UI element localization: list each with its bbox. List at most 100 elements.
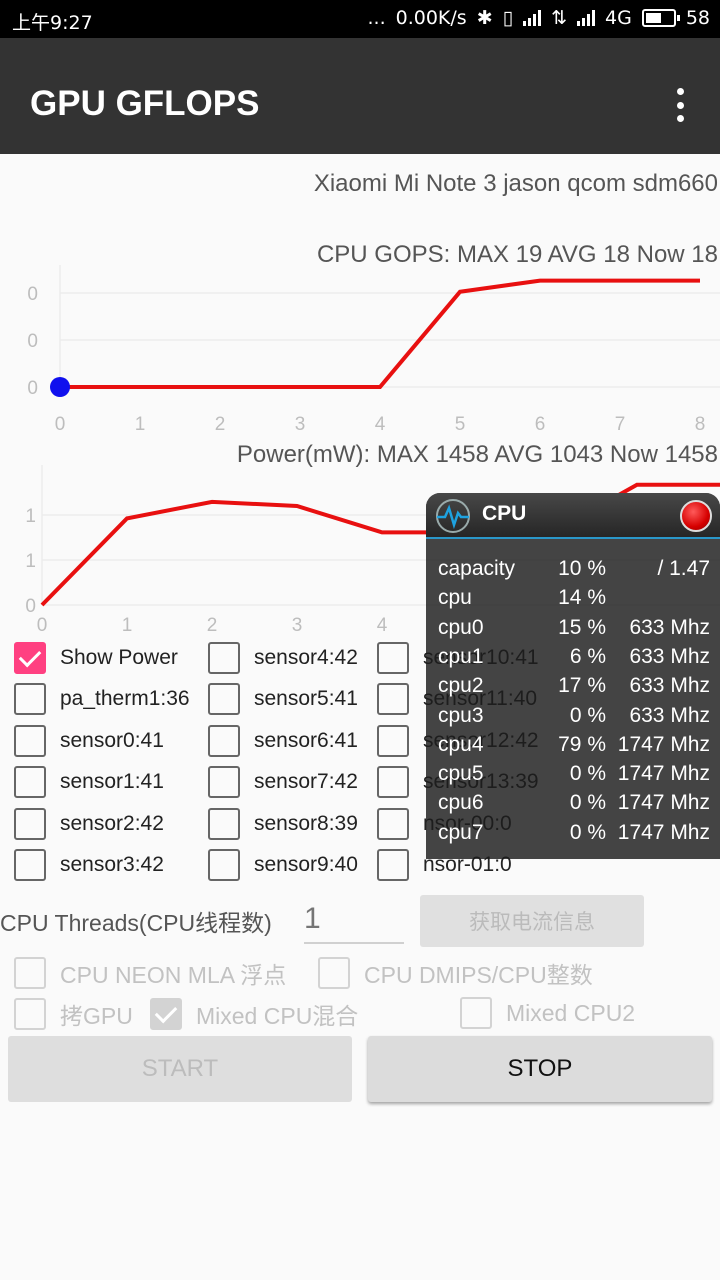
sensor-label: sensor1:41 [60,770,164,794]
checkbox-icon[interactable] [377,849,409,881]
x-tick-label: 0 [55,414,66,435]
cpu-percent: 15 % [558,615,606,639]
checkbox-icon[interactable] [208,642,240,674]
sensor-checkbox[interactable]: sensor0:41 [14,724,164,757]
cpu-threads-label: CPU Threads(CPU线程数) [0,910,272,936]
y-tick-label: 1 [25,551,36,572]
option-checkbox[interactable]: 拷GPU [14,997,133,1031]
cpu-stat-row: cpu7 0 % 1747 Mhz [438,821,710,850]
status-bar: 上午9:27 ... 0.00K/s ✱ ▯ ⇅ 4G 58 [0,0,720,38]
checkbox-icon[interactable] [14,766,46,799]
checkbox-icon[interactable] [14,642,46,674]
record-icon[interactable] [680,500,712,532]
x-tick-label: 3 [292,615,303,636]
cpu-name: cpu2 [438,674,484,698]
sensor-label: Show Power [60,646,178,669]
sensor-checkbox[interactable]: sensor9:40 [208,849,358,881]
sensor-checkbox[interactable]: sensor8:39 [208,807,358,840]
y-tick-label: 0 [25,596,36,617]
option-checkbox[interactable]: CPU NEON MLA 浮点 [14,956,286,990]
device-name: Xiaomi Mi Note 3 jason qcom sdm660 [313,170,718,197]
checkbox-icon[interactable] [14,957,46,989]
option-label: CPU DMIPS/CPU整数 [364,962,593,988]
sensor-checkbox[interactable]: sensor2:42 [14,807,164,840]
sensor-checkbox[interactable]: sensor6:41 [208,724,358,757]
sensor-checkbox[interactable]: sensor3:42 [14,849,164,881]
cpu-percent: 0 % [569,791,606,815]
sensor-label: sensor2:42 [60,811,164,835]
sensor-label: sensor8:39 [254,811,358,835]
checkbox-icon[interactable] [150,998,182,1030]
data-transfer-icon: ⇅ [551,7,567,29]
checkbox-icon[interactable] [377,683,409,716]
overflow-menu-icon[interactable] [670,88,690,122]
checkbox-icon[interactable] [14,683,46,716]
sensor-label: sensor6:41 [254,728,358,752]
checkbox-icon[interactable] [377,807,409,840]
vibrate-icon: ▯ [502,7,514,29]
pulse-icon [436,499,470,533]
get-power-info-button[interactable]: 获取电流信息 [420,895,644,947]
option-checkbox[interactable]: CPU DMIPS/CPU整数 [318,956,593,990]
checkbox-icon[interactable] [208,807,240,840]
cpu-percent: 6 % [569,644,606,668]
checkbox-icon[interactable] [14,807,46,840]
sensor-checkbox[interactable]: sensor7:42 [208,766,358,799]
y-tick-label: 0 [27,378,38,399]
x-tick-label: 6 [535,414,546,435]
cpu-freq: 633 Mhz [629,674,710,698]
cpu-percent: 0 % [569,820,606,844]
cpu-freq: 633 Mhz [629,615,710,639]
cpu-threads-input[interactable] [304,896,404,944]
checkbox-icon[interactable] [377,642,409,674]
checkbox-icon[interactable] [14,849,46,881]
checkbox-icon[interactable] [14,998,46,1030]
x-tick-label: 2 [207,615,218,636]
checkbox-icon[interactable] [208,683,240,716]
cpu-stat-row: capacity 10 % / 1.47 [438,557,710,586]
option-checkbox[interactable]: Mixed CPU2 [460,997,635,1029]
sensor-checkbox[interactable]: Show Power [14,642,178,674]
cpu-stat-row: cpu3 0 % 633 Mhz [438,704,710,733]
checkbox-icon[interactable] [318,957,350,989]
cpu-percent: 10 % [558,557,606,580]
cpu-name: cpu3 [438,703,484,727]
option-label: Mixed CPU混合 [196,1003,359,1029]
cpu-name: cpu5 [438,762,484,786]
sensor-checkbox[interactable]: pa_therm1:36 [14,683,190,716]
checkbox-icon[interactable] [460,997,492,1029]
cpu-stat-row: cpu1 6 % 633 Mhz [438,645,710,674]
cpu-name: cpu [438,586,472,610]
cpu-percent: 14 % [558,586,606,610]
cpu-name: capacity [438,557,516,580]
sensor-checkbox[interactable]: sensor5:41 [208,683,358,716]
sensor-checkbox[interactable]: sensor1:41 [14,766,164,799]
checkbox-icon[interactable] [208,724,240,757]
cpu-freq: 1747 Mhz [617,820,710,844]
sensor-label: sensor9:40 [254,853,358,876]
stop-button[interactable]: STOP [368,1036,712,1102]
option-checkbox[interactable]: Mixed CPU混合 [150,997,358,1031]
checkbox-icon[interactable] [208,849,240,881]
app-title: GPU GFLOPS [30,84,260,123]
cpu-stat-row: cpu6 0 % 1747 Mhz [438,791,710,820]
checkbox-icon[interactable] [14,724,46,757]
net-speed: 0.00K/s [395,7,467,29]
battery-icon [641,9,680,27]
status-time: 上午9:27 [12,12,93,34]
cpu-percent: 79 % [558,732,606,756]
x-tick-label: 2 [215,414,226,435]
checkbox-icon[interactable] [377,724,409,757]
cpu-monitor-panel[interactable]: CPU capacity 10 % / 1.47 cpu 14 % cpu0 15 % 633… [426,493,720,859]
cpu-percent: 17 % [558,674,606,698]
checkbox-icon[interactable] [377,766,409,799]
cpu-panel-header[interactable]: CPU [426,493,720,539]
cpu-freq: 1747 Mhz [617,762,710,786]
cpu-stat-row: cpu4 79 % 1747 Mhz [438,733,710,762]
sensor-checkbox[interactable]: sensor4:42 [208,642,358,674]
checkbox-icon[interactable] [208,766,240,799]
x-tick-label: 0 [37,615,48,636]
signal-icon [523,10,542,26]
start-button[interactable]: START [8,1036,352,1102]
option-label: 拷GPU [60,1003,133,1029]
